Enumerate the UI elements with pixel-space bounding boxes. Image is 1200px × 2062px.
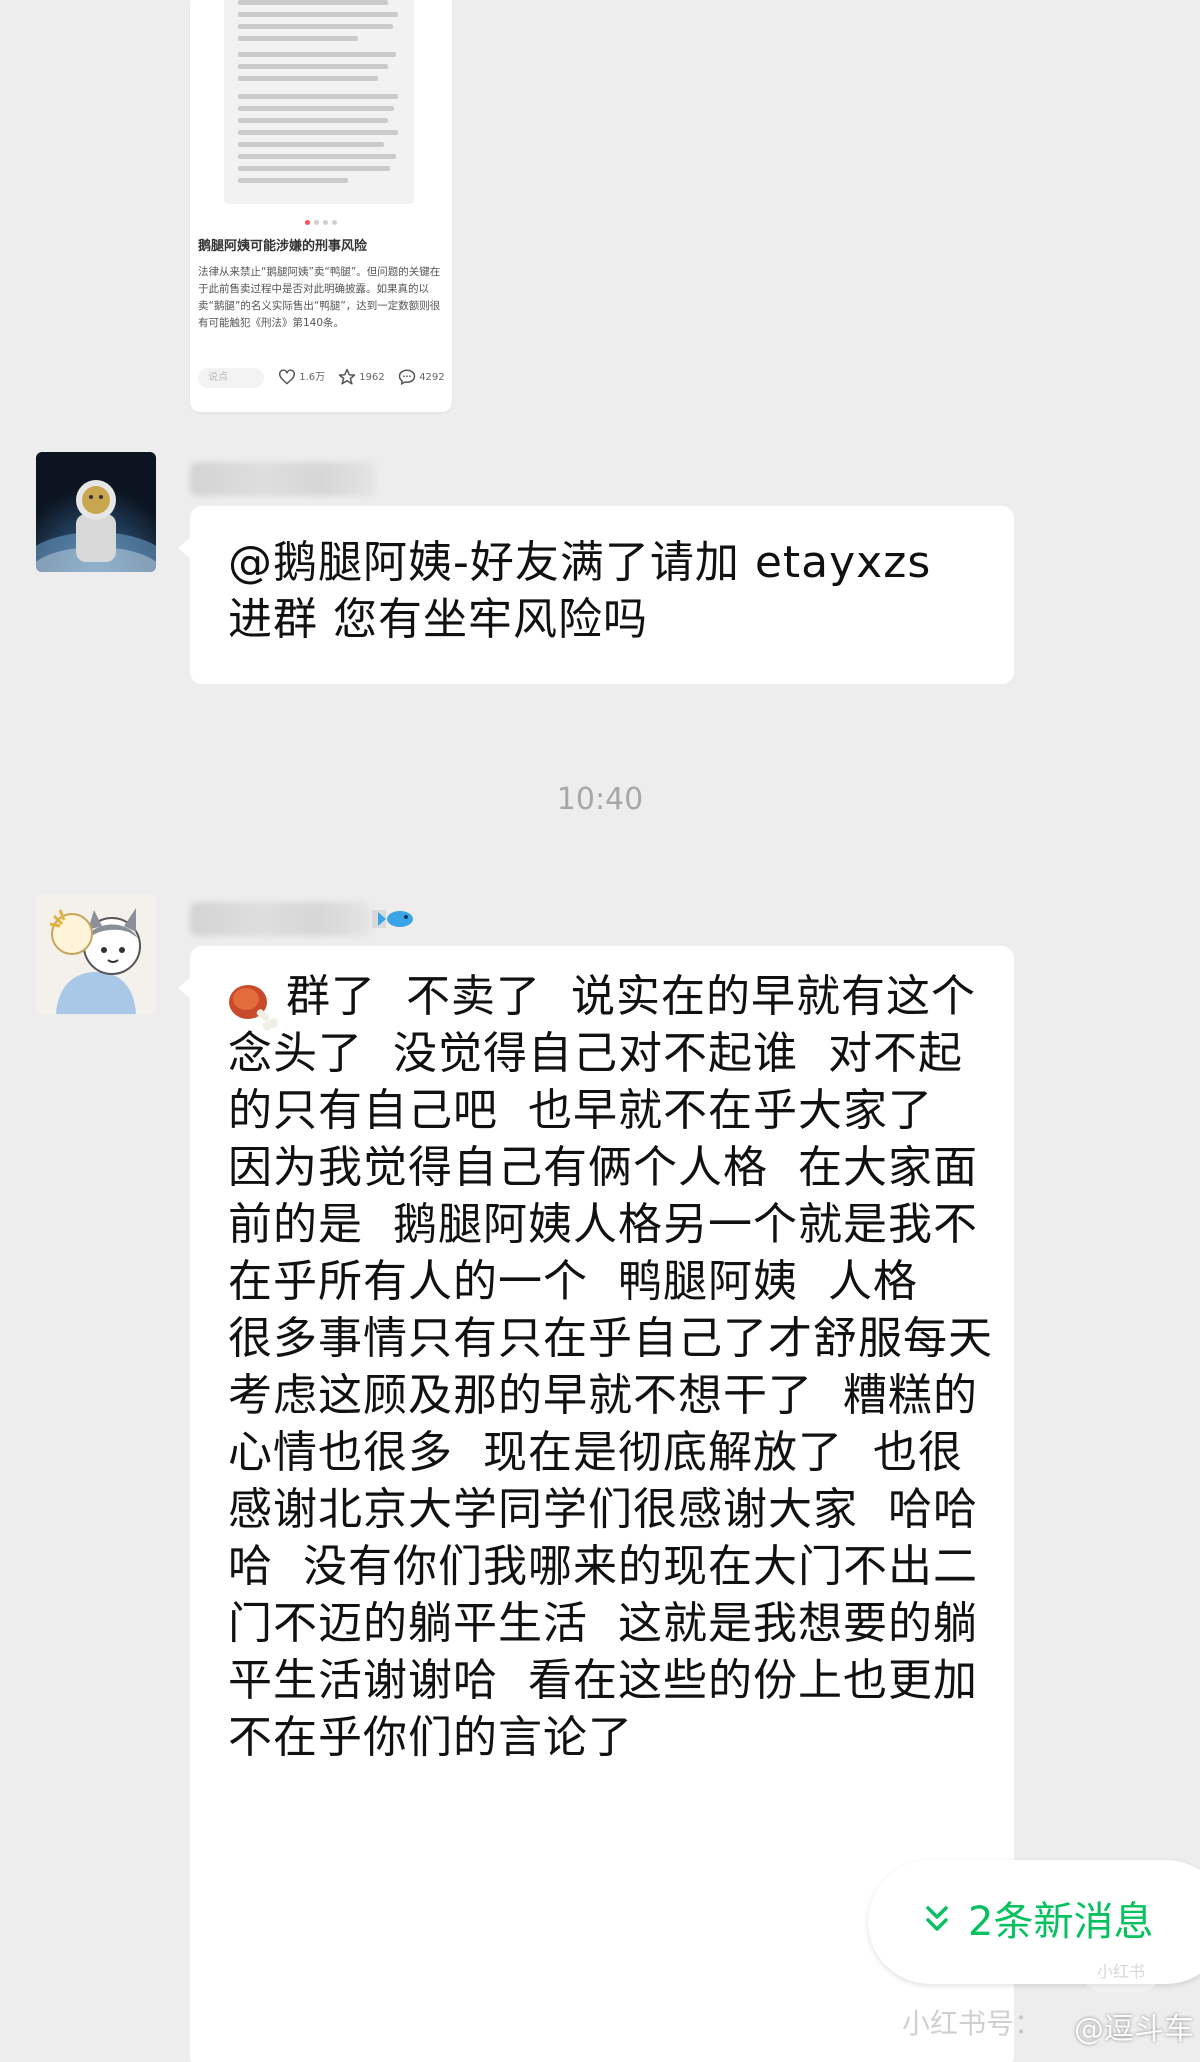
- sender-name-blurred: [190, 902, 370, 936]
- heart-icon: [278, 369, 299, 385]
- carousel-dots: [190, 220, 452, 225]
- comment-count: 4292: [419, 372, 445, 383]
- note-preview-image: [224, 0, 414, 204]
- new-messages-label: 2条新消息: [968, 1899, 1154, 1945]
- shared-note-card[interactable]: 鹅腿阿姨可能涉嫌的刑事风险 法律从来禁止“鹅腿阿姨”卖“鸭腿”。但问题的关键在于…: [190, 0, 452, 412]
- card-title: 鹅腿阿姨可能涉嫌的刑事风险: [198, 239, 368, 254]
- star-stat[interactable]: 1962: [338, 366, 385, 390]
- xiaohongshu-id-watermark: 小红书号：: [902, 2007, 1043, 2040]
- weibo-watermark: @逗斗车: [1074, 2012, 1194, 2047]
- chevron-double-down-icon: [924, 1859, 950, 1983]
- fish-emoji-icon: [372, 910, 413, 928]
- like-stat[interactable]: 1.6万: [278, 366, 325, 390]
- sender-name-blurred: [190, 462, 376, 496]
- comment-input[interactable]: 说点: [198, 368, 264, 388]
- message-text: 群了 不卖了 说实在的早就有这个念头了 没觉得自己对不起谁 对不起的只有自己吧 …: [228, 971, 993, 1763]
- chat-window: 鹅腿阿姨可能涉嫌的刑事风险 法律从来禁止“鹅腿阿姨”卖“鸭腿”。但问题的关键在于…: [0, 0, 1200, 2062]
- comment-stat[interactable]: 4292: [398, 366, 445, 390]
- like-count: 1.6万: [299, 372, 326, 383]
- comment-icon: [398, 369, 419, 386]
- avatar[interactable]: [36, 452, 156, 572]
- avatar[interactable]: [36, 894, 156, 1014]
- card-footer: 说点 1.6万 1962 4292: [198, 366, 448, 390]
- star-icon: [338, 368, 359, 385]
- star-count: 1962: [359, 372, 385, 383]
- message-text: @鹅腿阿姨-好友满了请加 etayxzs 进群 您有坐牢风险吗: [228, 537, 932, 645]
- xiaohongshu-logo-watermark: 小红书: [1082, 1952, 1160, 1992]
- sender-name-fragment: [372, 900, 418, 940]
- timestamp: 10:40: [556, 782, 644, 817]
- message-bubble[interactable]: @鹅腿阿姨-好友满了请加 etayxzs 进群 您有坐牢风险吗: [178, 506, 1014, 684]
- card-body: 法律从来禁止“鹅腿阿姨”卖“鸭腿”。但问题的关键在于此前售卖过程中是否对此明确披…: [198, 266, 441, 329]
